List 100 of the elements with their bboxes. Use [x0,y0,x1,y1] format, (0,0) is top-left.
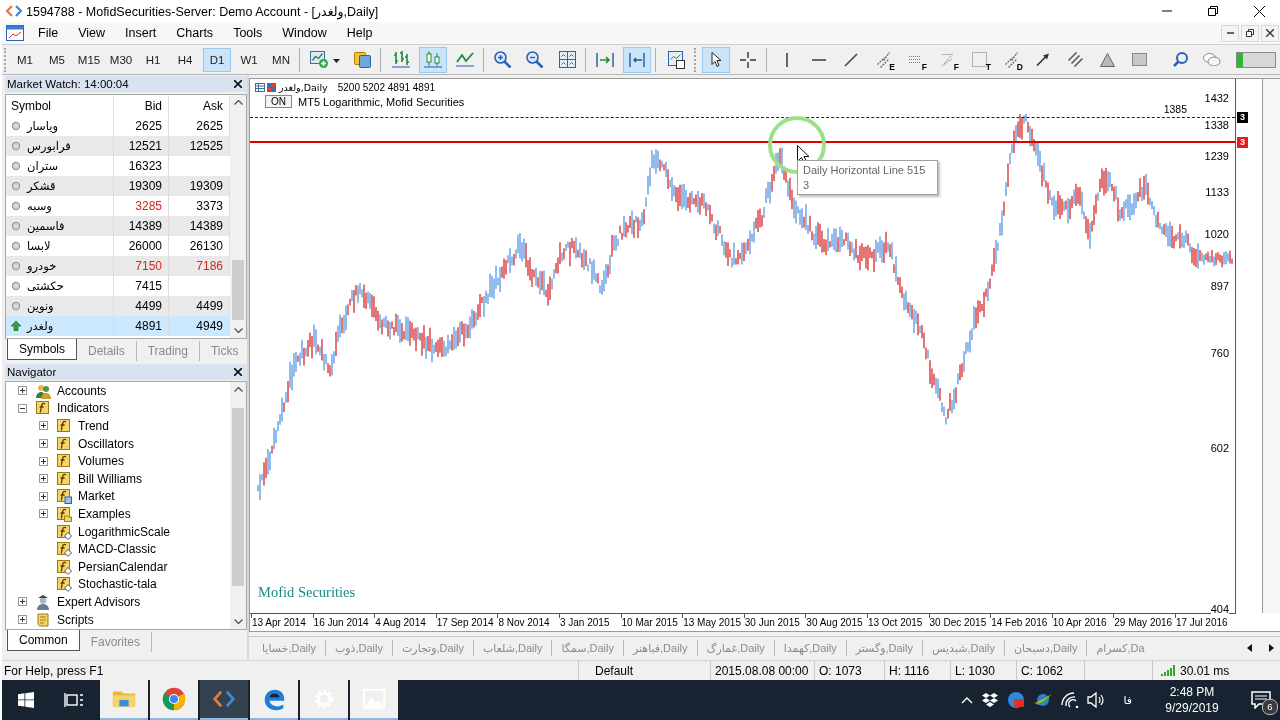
scroll-down-icon[interactable] [233,619,243,624]
scrollbar-thumb[interactable] [232,260,244,320]
cursor-button[interactable] [702,46,730,73]
timeframe-button[interactable]: H4 [171,47,199,72]
tree-item[interactable]: Stochastic-tala [78,577,157,592]
tree-item[interactable]: Accounts [57,383,107,398]
menu-item[interactable]: Charts [168,24,222,42]
dotted-horizontal-line[interactable] [250,117,1235,118]
tree-item[interactable]: Oscillators [78,436,134,451]
scroll-right-icon[interactable] [1268,644,1274,652]
tree-item[interactable]: PersianCalendar [78,559,168,574]
arrow-to-bar-icon [596,52,614,67]
vertical-line-icon [786,52,788,67]
tree-item[interactable]: Market [78,489,115,504]
dotted-lines-icon [909,56,921,63]
menu-item[interactable]: View [70,24,114,42]
expand-icon[interactable] [39,474,48,484]
tree-item[interactable]: Volumes [78,454,125,469]
tree-item[interactable]: Expert Advisors [57,594,141,609]
collapse-icon[interactable] [18,403,27,413]
bid-cell: 4891 [114,316,169,336]
expand-icon[interactable] [18,597,27,607]
chevron-up-icon[interactable] [961,696,974,704]
child-minimize-button[interactable] [1221,24,1239,42]
column-header[interactable]: Symbol [6,95,114,116]
symbol-cell: ستران [27,159,59,173]
parallel-lines-icon [1067,52,1083,67]
scroll-up-icon[interactable] [233,387,243,392]
timeframe-button[interactable]: M30 [107,47,135,72]
round-app-icon[interactable] [1007,691,1026,709]
panel-tab[interactable]: Common [7,630,80,651]
triangle-icon [1099,52,1115,67]
expand-icon[interactable] [39,456,48,466]
notification-icon[interactable] [1251,691,1271,709]
column-header[interactable]: Bid [114,95,169,116]
scrollbar-thumb[interactable] [232,408,244,586]
speaker-icon[interactable] [1087,692,1106,708]
price-axis-label: 897 [1210,279,1229,293]
scroll-up-icon[interactable] [233,100,243,105]
vertical-scrollbar[interactable] [230,382,246,629]
timeframe-button[interactable]: MN [267,47,295,72]
taskbar-app-button[interactable] [150,680,198,720]
chart-symbol: ولغدر,Daily [279,82,328,93]
tree-item[interactable]: Indicators [57,401,110,416]
clock-time[interactable]: 2:48 PM [1169,684,1215,700]
timeframe-button[interactable]: D1 [203,47,231,72]
menu-item[interactable]: Window [274,24,335,42]
indicator-name: MT5 Logarithmic, Mofid Securities [298,95,465,108]
menu-item[interactable]: File [30,24,67,42]
vertical-scrollbar[interactable] [230,95,246,338]
taskbar-app-button[interactable] [200,680,248,720]
tree-item[interactable]: Scripts [57,612,94,627]
timeframe-button[interactable]: M1 [11,47,39,72]
scroll-down-icon[interactable] [233,328,243,333]
timeframe-button[interactable]: H1 [139,47,167,72]
expand-icon[interactable] [39,439,48,449]
expand-icon[interactable] [39,509,48,519]
date-axis-label: 29 May 2016 [1113,616,1173,629]
input-language[interactable]: فا [1123,693,1132,707]
child-restore-button[interactable] [1241,24,1259,42]
panel-tab[interactable]: Symbols [7,339,77,360]
chart-document-icon[interactable] [6,25,24,41]
arrow-between-bars-icon [629,52,645,67]
expand-icon[interactable] [18,615,27,624]
symbol-cell: فرابورس [27,139,71,153]
scroll-left-icon[interactable] [1246,644,1252,652]
taskbar-app-button[interactable] [250,680,298,720]
timeframe-button[interactable]: M5 [43,47,71,72]
channel-button[interactable]: E [869,46,897,73]
tree-item[interactable]: Bill Williams [78,471,142,486]
close-icon[interactable] [234,80,242,88]
timeframe-button[interactable]: W1 [235,47,263,72]
expand-icon[interactable] [18,386,27,396]
symbol-cell: لابسا [27,239,51,253]
wifi-icon[interactable] [1061,692,1080,708]
text-button[interactable]: T [965,46,993,73]
timeframe-button[interactable]: M15 [75,47,103,72]
zoom-out-icon [526,50,544,69]
tree-item[interactable]: Examples [78,506,131,521]
indicator-toggle-button[interactable]: ON [265,95,292,108]
tree-item[interactable]: Trend [78,419,109,433]
expand-icon[interactable] [39,421,48,431]
menu-item[interactable]: Tools [225,24,271,42]
fibonacci-fan-button[interactable]: F [933,46,961,73]
diamonds-icon[interactable] [981,692,1000,708]
dotted-fan-icon [941,53,953,66]
tree-item[interactable]: MACD-Classic [78,542,156,557]
chart-shift-button[interactable] [623,46,651,73]
fibonacci-button[interactable]: F [901,46,929,73]
expand-icon[interactable] [39,491,48,501]
tree-item[interactable]: LogarithmicScale [78,524,171,539]
pitchfork-button[interactable]: D [997,46,1025,73]
bid-cell: 7150 [114,256,169,276]
close-icon[interactable] [234,368,242,376]
candlestick-button[interactable] [419,46,447,73]
menu-item[interactable]: Insert [117,24,165,42]
menu-item[interactable]: Help [338,24,381,42]
child-close-button[interactable] [1261,24,1279,42]
restore-icon [1246,29,1254,37]
clock-date[interactable]: 9/29/2019 [1165,700,1219,716]
